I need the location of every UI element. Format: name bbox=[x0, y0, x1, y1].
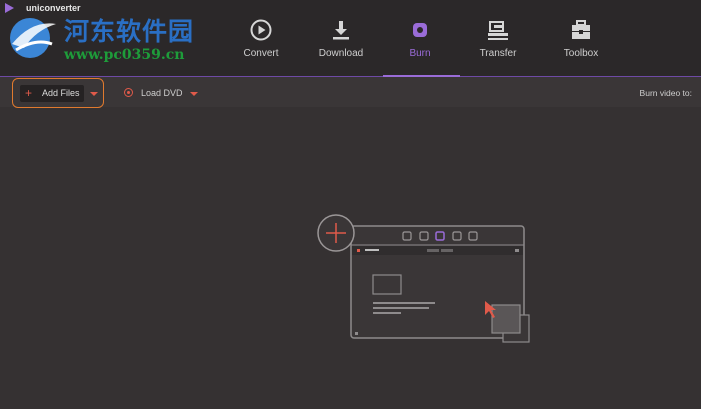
toolbox-icon bbox=[572, 20, 590, 39]
nav-tab-transfer[interactable]: Transfer bbox=[463, 18, 533, 70]
download-icon bbox=[333, 21, 349, 40]
nav-tab-burn[interactable]: Burn bbox=[385, 18, 455, 70]
load-dvd-label: Load DVD bbox=[141, 88, 183, 98]
load-dvd-button[interactable]: Load DVD bbox=[124, 86, 188, 102]
empty-state-illustration[interactable] bbox=[315, 212, 535, 347]
burn-video-to-label[interactable]: Burn video to: bbox=[640, 88, 692, 98]
add-plus-icon: + bbox=[25, 86, 33, 100]
nav-tab-download[interactable]: Download bbox=[306, 18, 376, 70]
nav-label-toolbox: Toolbox bbox=[563, 48, 599, 59]
nav-label-transfer: Transfer bbox=[479, 48, 517, 59]
nav-label-burn: Burn bbox=[409, 48, 431, 59]
toolbar bbox=[0, 77, 701, 107]
convert-play-icon bbox=[250, 19, 272, 41]
watermark-site-name: 河东软件园 bbox=[64, 17, 195, 46]
nav-tab-toolbox[interactable]: Toolbox bbox=[546, 18, 616, 70]
watermark-url: www.pc0359.cn bbox=[64, 47, 185, 63]
dvd-disc-icon bbox=[124, 88, 133, 97]
add-files-label: Add Files bbox=[42, 88, 80, 98]
nav-label-convert: Convert bbox=[243, 48, 279, 59]
watermark-logo-icon bbox=[10, 18, 56, 58]
burn-disc-icon bbox=[413, 23, 427, 37]
top-navigation-bar: uniconverter 河东软件园 www.pc0359.cn Convert… bbox=[0, 0, 701, 76]
nav-tab-convert[interactable]: Convert bbox=[226, 18, 296, 70]
transfer-icon bbox=[488, 21, 508, 40]
load-dvd-dropdown-icon[interactable] bbox=[190, 92, 198, 96]
nav-label-download: Download bbox=[318, 48, 364, 59]
add-files-button[interactable]: + Add Files bbox=[20, 85, 84, 102]
site-watermark: 河东软件园 www.pc0359.cn bbox=[6, 10, 206, 66]
add-files-dropdown-icon[interactable] bbox=[90, 92, 98, 96]
